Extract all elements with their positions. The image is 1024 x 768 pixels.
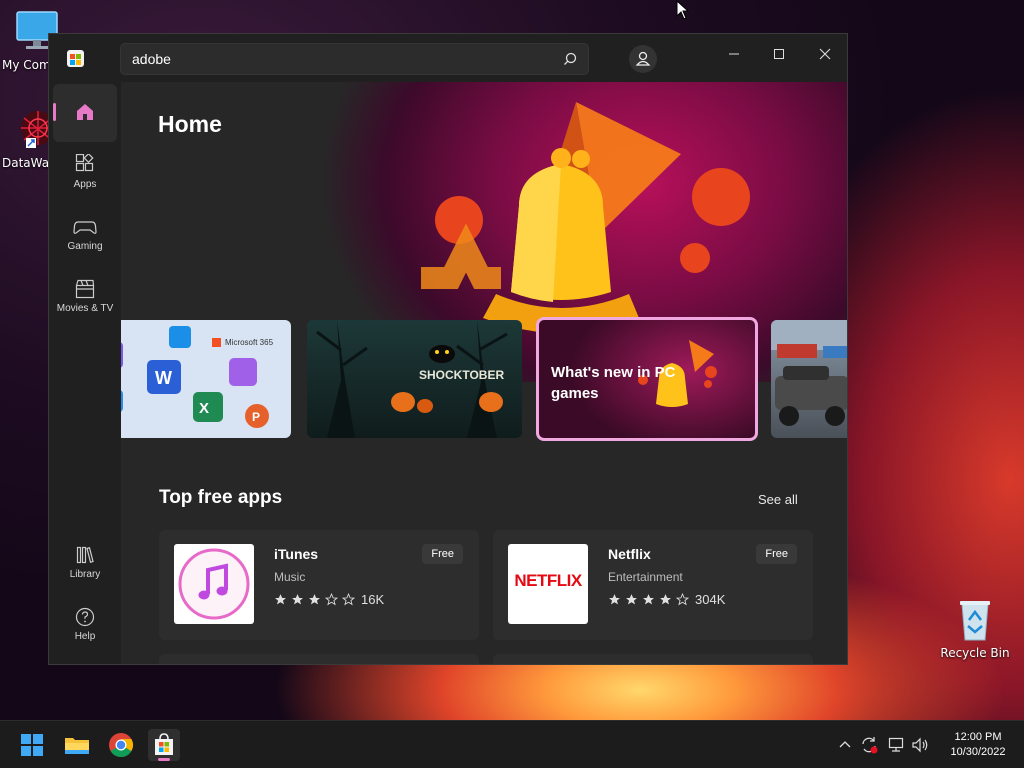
nav-label: Movies & TV xyxy=(56,303,114,314)
start-button[interactable] xyxy=(16,729,48,761)
person-icon xyxy=(635,51,651,66)
chrome-icon[interactable] xyxy=(105,729,137,761)
star-empty-icon xyxy=(342,593,355,606)
app-card-netflix[interactable]: NETFLIX Netflix Entertainment 304K Free xyxy=(493,530,813,640)
star-filled-icon xyxy=(643,594,654,605)
nav-label: Apps xyxy=(73,179,97,190)
star-rating xyxy=(274,593,355,606)
mouse-cursor-icon xyxy=(676,0,690,20)
star-filled-icon xyxy=(292,594,303,605)
review-count: 16K xyxy=(361,592,385,607)
search-input[interactable] xyxy=(120,43,589,75)
nav-help[interactable]: Help xyxy=(53,598,117,656)
system-clock[interactable]: 12:00 PM 10/30/2022 xyxy=(938,730,1018,760)
nav-movies-tv[interactable]: Movies & TV xyxy=(53,270,117,328)
app-category: Music xyxy=(274,570,306,584)
shocktober-title: SHOCKTOBER xyxy=(419,368,505,382)
svg-text:X: X xyxy=(199,400,209,417)
nav-label: Help xyxy=(74,631,96,642)
microsoft-store-window: Apps Gaming Movies & TV Library xyxy=(48,33,848,665)
nav-gaming[interactable]: Gaming xyxy=(53,208,117,266)
title-bar xyxy=(49,34,847,82)
svg-text:P: P xyxy=(252,410,260,424)
gamepad-icon xyxy=(73,221,97,234)
apps-icon xyxy=(75,154,94,172)
featured-card-racing-game[interactable] xyxy=(771,320,847,438)
app-card-partial[interactable] xyxy=(493,654,813,664)
star-empty-icon xyxy=(676,593,689,606)
chevron-up-icon[interactable] xyxy=(835,735,855,755)
star-filled-icon xyxy=(660,594,671,605)
sync-icon[interactable] xyxy=(859,735,879,755)
taskbar: 12:00 PM 10/30/2022 xyxy=(0,720,1024,768)
app-card-partial[interactable] xyxy=(159,654,479,664)
store-bag-icon xyxy=(155,733,173,755)
search-icon[interactable] xyxy=(559,48,581,70)
sidebar: Apps Gaming Movies & TV Library Help xyxy=(49,82,121,664)
star-filled-icon xyxy=(626,594,637,605)
desktop-icon-label: Recycle Bin xyxy=(940,646,1010,660)
price-badge[interactable]: Free xyxy=(422,544,463,564)
clock-date: 10/30/2022 xyxy=(950,746,1006,758)
nav-home[interactable] xyxy=(53,84,117,142)
app-rating: 304K xyxy=(608,592,725,607)
desktop-icon-recycle-bin[interactable]: Recycle Bin xyxy=(940,596,1010,660)
main-content: Home W X P Microsoft 365 SHOCKTOBER What… xyxy=(121,82,847,664)
nav-library[interactable]: Library xyxy=(53,536,117,594)
store-logo-icon xyxy=(67,50,84,67)
home-icon xyxy=(77,104,93,120)
microsoft-365-brand: Microsoft 365 xyxy=(225,338,274,347)
clock-time: 12:00 PM xyxy=(954,731,1002,743)
racing-car-artwork xyxy=(771,320,847,426)
maximize-button[interactable] xyxy=(763,42,795,66)
app-name: Netflix xyxy=(608,546,651,562)
review-count: 304K xyxy=(695,592,726,607)
itunes-app-icon xyxy=(174,544,254,624)
page-title: Home xyxy=(158,111,222,137)
netflix-logo: NETFLIX xyxy=(514,571,582,590)
nav-label: Gaming xyxy=(67,241,103,252)
star-rating xyxy=(608,593,689,606)
volume-icon[interactable] xyxy=(910,735,930,755)
star-filled-icon xyxy=(309,594,320,605)
featured-card-microsoft-365[interactable]: W X P Microsoft 365 xyxy=(121,320,291,438)
network-icon[interactable] xyxy=(886,735,906,755)
minimize-button[interactable] xyxy=(718,42,750,66)
star-filled-icon xyxy=(275,594,286,605)
app-card-itunes[interactable]: iTunes Music 16K Free xyxy=(159,530,479,640)
recycle-bin-icon xyxy=(960,601,990,641)
featured-card-pc-games[interactable]: What's new in PC games xyxy=(536,317,758,441)
nav-apps[interactable]: Apps xyxy=(53,146,117,204)
file-explorer-icon[interactable] xyxy=(61,729,93,761)
help-icon xyxy=(75,607,95,627)
clapperboard-icon xyxy=(75,279,95,299)
account-button[interactable] xyxy=(629,45,657,73)
section-title-top-free-apps: Top free apps xyxy=(159,487,283,508)
star-empty-icon xyxy=(325,593,338,606)
app-name: iTunes xyxy=(274,546,319,562)
app-rating: 16K xyxy=(274,592,384,607)
nav-label: Library xyxy=(69,569,101,580)
library-icon xyxy=(76,546,94,564)
svg-text:W: W xyxy=(155,368,172,388)
app-category: Entertainment xyxy=(608,570,683,584)
music-note-icon xyxy=(178,548,250,620)
star-filled-icon xyxy=(609,594,620,605)
microsoft-store-taskbar-button[interactable] xyxy=(148,729,180,761)
netflix-app-icon: NETFLIX xyxy=(508,544,588,624)
pc-games-title: What's new in PC games xyxy=(551,364,676,402)
close-button[interactable] xyxy=(809,42,841,66)
featured-card-shocktober[interactable]: SHOCKTOBER xyxy=(307,320,522,438)
see-all-link[interactable]: See all xyxy=(758,492,798,507)
price-badge[interactable]: Free xyxy=(756,544,797,564)
